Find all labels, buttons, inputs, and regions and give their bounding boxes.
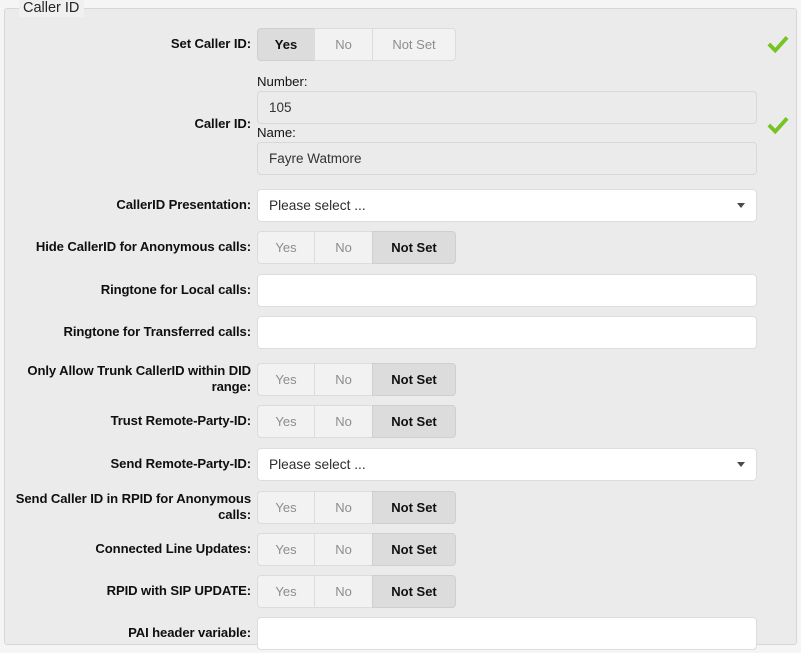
input-ringtone-transferred[interactable] (257, 315, 757, 349)
row-hide-callerid-anonymous: Hide CallerID for Anonymous calls: Yes No N… (5, 230, 796, 264)
label-ringtone-transferred: Ringtone for Transferred calls: (63, 324, 251, 339)
control-only-allow-trunk-callerid-did: Yes No Not Set (257, 362, 796, 396)
control-trust-remote-party-id: Yes No Not Set (257, 404, 796, 438)
control-callerid-presentation: Please select ... (257, 188, 796, 222)
label-set-caller-id: Set Caller ID: (170, 36, 251, 51)
caller-id-name-input[interactable] (257, 141, 757, 175)
input-pai-header-variable[interactable] (257, 616, 757, 650)
valid-check-icon (767, 34, 789, 56)
row-only-allow-trunk-callerid-did: Only Allow Trunk CallerID within DID ran… (5, 362, 796, 396)
label-pai-header-variable: PAI header variable: (128, 625, 251, 640)
control-ringtone-local (257, 273, 796, 307)
select-callerid-presentation[interactable]: Please select ... (257, 188, 757, 222)
control-ringtone-transferred (257, 315, 796, 349)
toggle-group-send-caller-id-rpid-anonymous[interactable]: Yes No Not Set (257, 490, 456, 524)
chevron-down-icon (737, 462, 745, 467)
caller-id-number-input[interactable] (257, 90, 757, 124)
control-send-caller-id-rpid-anonymous: Yes No Not Set (257, 490, 796, 524)
toggle-rpid-with-sip-update-no[interactable]: No (314, 574, 372, 608)
row-callerid-presentation: CallerID Presentation: Please select ... (5, 188, 796, 222)
row-rpid-with-sip-update: RPID with SIP UPDATE: Yes No Not Set (5, 574, 796, 608)
toggle-hide-callerid-anonymous-no[interactable]: No (314, 230, 372, 264)
select-value-send-remote-party-id: Please select ... (269, 456, 366, 472)
row-ringtone-local: Ringtone for Local calls: (5, 273, 796, 307)
toggle-hide-callerid-anonymous-not-set[interactable]: Not Set (372, 230, 456, 264)
toggle-only-allow-trunk-callerid-did-not-set[interactable]: Not Set (372, 362, 456, 396)
row-send-remote-party-id: Send Remote-Party-ID: Please select ... (5, 447, 796, 481)
caller-id-block: Number: Name: (257, 74, 757, 175)
toggle-rpid-with-sip-update-not-set[interactable]: Not Set (372, 574, 456, 608)
select-value-callerid-presentation: Please select ... (269, 197, 366, 213)
toggle-group-rpid-with-sip-update[interactable]: Yes No Not Set (257, 574, 456, 608)
toggle-group-connected-line-updates[interactable]: Yes No Not Set (257, 532, 456, 566)
toggle-connected-line-updates-yes[interactable]: Yes (257, 532, 314, 566)
label-send-remote-party-id: Send Remote-Party-ID: (110, 456, 252, 471)
toggle-set-caller-id-not-set[interactable]: Not Set (372, 27, 456, 61)
label-hide-callerid-anonymous: Hide CallerID for Anonymous calls: (35, 239, 251, 254)
row-caller-id: Caller ID: Number: Name: (5, 69, 796, 179)
fieldset-legend: Caller ID (19, 0, 85, 17)
row-send-caller-id-rpid-anonymous: Send Caller ID in RPID for Anonymous cal… (5, 490, 796, 524)
select-send-remote-party-id[interactable]: Please select ... (257, 447, 757, 481)
toggle-connected-line-updates-no[interactable]: No (314, 532, 372, 566)
row-pai-header-variable: PAI header variable: (5, 616, 796, 650)
toggle-trust-remote-party-id-no[interactable]: No (314, 404, 372, 438)
control-pai-header-variable (257, 616, 796, 650)
toggle-trust-remote-party-id-not-set[interactable]: Not Set (372, 404, 456, 438)
input-ringtone-local[interactable] (257, 273, 757, 307)
toggle-group-only-allow-trunk-callerid-did[interactable]: Yes No Not Set (257, 362, 456, 396)
label-rpid-with-sip-update: RPID with SIP UPDATE: (106, 583, 251, 598)
control-rpid-with-sip-update: Yes No Not Set (257, 574, 796, 608)
toggle-send-caller-id-rpid-anonymous-yes[interactable]: Yes (257, 490, 314, 524)
control-caller-id: Number: Name: (257, 74, 796, 175)
toggle-connected-line-updates-not-set[interactable]: Not Set (372, 532, 456, 566)
caller-id-name-label: Name: (257, 124, 296, 140)
control-send-remote-party-id: Please select ... (257, 447, 796, 481)
label-ringtone-local: Ringtone for Local calls: (100, 282, 251, 297)
toggle-set-caller-id-no[interactable]: No (314, 27, 372, 61)
caller-id-fieldset: Caller ID Set Caller ID: Yes No Not Set Call… (4, 0, 797, 650)
chevron-down-icon (737, 203, 745, 208)
toggle-send-caller-id-rpid-anonymous-not-set[interactable]: Not Set (372, 490, 456, 524)
control-hide-callerid-anonymous: Yes No Not Set (257, 230, 796, 264)
toggle-only-allow-trunk-callerid-did-no[interactable]: No (314, 362, 372, 396)
caller-id-settings-page: Caller ID Set Caller ID: Yes No Not Set Call… (0, 0, 801, 653)
toggle-rpid-with-sip-update-yes[interactable]: Yes (257, 574, 314, 608)
caller-id-number-label: Number: (257, 73, 308, 89)
toggle-set-caller-id-yes[interactable]: Yes (257, 27, 314, 61)
label-trust-remote-party-id: Trust Remote-Party-ID: (110, 413, 252, 428)
toggle-send-caller-id-rpid-anonymous-no[interactable]: No (314, 490, 372, 524)
control-set-caller-id: Yes No Not Set (257, 27, 796, 61)
label-callerid-presentation: CallerID Presentation: (116, 197, 251, 212)
toggle-trust-remote-party-id-yes[interactable]: Yes (257, 404, 314, 438)
toggle-group-set-caller-id[interactable]: Yes No Not Set (257, 27, 456, 61)
toggle-group-trust-remote-party-id[interactable]: Yes No Not Set (257, 404, 456, 438)
valid-check-icon (767, 115, 789, 137)
label-caller-id: Caller ID: (194, 116, 252, 131)
row-connected-line-updates: Connected Line Updates: Yes No Not Set (5, 532, 796, 566)
row-set-caller-id: Set Caller ID: Yes No Not Set (5, 27, 796, 61)
control-connected-line-updates: Yes No Not Set (257, 532, 796, 566)
toggle-only-allow-trunk-callerid-did-yes[interactable]: Yes (257, 362, 314, 396)
row-ringtone-transferred: Ringtone for Transferred calls: (5, 315, 796, 349)
row-trust-remote-party-id: Trust Remote-Party-ID: Yes No Not Set (5, 404, 796, 438)
toggle-group-hide-callerid-anonymous[interactable]: Yes No Not Set (257, 230, 456, 264)
toggle-hide-callerid-anonymous-yes[interactable]: Yes (257, 230, 314, 264)
label-send-caller-id-rpid-anonymous: Send Caller ID in RPID for Anonymous cal… (15, 491, 251, 522)
label-connected-line-updates: Connected Line Updates: (95, 541, 251, 556)
label-only-allow-trunk-callerid-did: Only Allow Trunk CallerID within DID ran… (27, 363, 251, 394)
